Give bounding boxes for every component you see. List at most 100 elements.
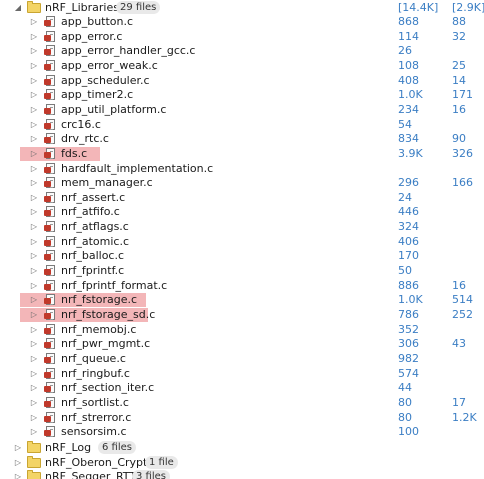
file-row[interactable]: ▷ nrf_fprintf_format.c 886 16: [0, 279, 484, 293]
expand-arrow-icon[interactable]: ▷: [30, 59, 38, 73]
file-size-1: 54: [398, 118, 412, 131]
file-row[interactable]: ▷ app_error_weak.c 108 25: [0, 59, 484, 73]
file-row[interactable]: ▷ sensorsim.c 100: [0, 425, 484, 439]
folder-name: nRF_Libraries: [45, 1, 119, 14]
expand-arrow-icon[interactable]: ▷: [30, 367, 38, 381]
expand-arrow-icon[interactable]: ▷: [30, 249, 38, 263]
expand-arrow-icon[interactable]: ▷: [30, 396, 38, 410]
file-row[interactable]: ▷ nrf_sortlist.c 80 17: [0, 396, 484, 410]
file-row[interactable]: ▷ app_error_handler_gcc.c 26: [0, 44, 484, 58]
file-row[interactable]: ▷ nrf_atomic.c 406: [0, 235, 484, 249]
file-row[interactable]: ▷ app_timer2.c 1.0K 171: [0, 88, 484, 102]
file-size-1: 296: [398, 176, 419, 189]
expand-arrow-icon[interactable]: ▷: [30, 88, 38, 102]
file-name: nrf_sortlist.c: [61, 396, 129, 409]
file-row[interactable]: ▷ app_scheduler.c 408 14: [0, 74, 484, 88]
expand-arrow-icon[interactable]: ▷: [30, 162, 38, 176]
file-name: fds.c: [61, 147, 88, 160]
file-name: nrf_atomic.c: [61, 235, 130, 248]
file-row[interactable]: ▷ app_util_platform.c 234 16: [0, 103, 484, 117]
file-row[interactable]: ▷ fds.c 3.9K 326: [0, 147, 484, 161]
file-row[interactable]: ▷ nrf_assert.c 24: [0, 191, 484, 205]
expand-arrow-icon[interactable]: ▷: [30, 30, 38, 44]
file-row[interactable]: ▷ nrf_strerror.c 80 1.2K: [0, 411, 484, 425]
file-name: mem_manager.c: [61, 176, 153, 189]
file-row[interactable]: ▷ nrf_fstorage_sd.c 786 252: [0, 308, 484, 322]
file-row[interactable]: ▷ mem_manager.c 296 166: [0, 176, 484, 190]
file-name: hardfault_implementation.c: [61, 162, 214, 175]
file-size-1: 306: [398, 337, 419, 350]
file-name: nrf_memobj.c: [61, 323, 137, 336]
expand-arrow-icon[interactable]: ▷: [14, 456, 22, 470]
file-row[interactable]: ▷ nrf_queue.c 982: [0, 352, 484, 366]
file-row[interactable]: ▷ crc16.c 54: [0, 118, 484, 132]
c-file-icon: [44, 280, 55, 291]
expand-arrow-icon[interactable]: ▷: [30, 191, 38, 205]
file-row[interactable]: ▷ nrf_atfifo.c 446: [0, 205, 484, 219]
c-file-icon: [44, 89, 55, 100]
project-tree: ◢ nRF_Libraries 29 files [14.4K] [2.9K] …: [0, 0, 484, 479]
file-name: app_timer2.c: [61, 88, 134, 101]
expand-arrow-icon[interactable]: ▷: [30, 74, 38, 88]
c-file-icon: [44, 192, 55, 203]
file-size-2: 14: [452, 74, 466, 87]
expand-arrow-icon[interactable]: ▷: [14, 470, 22, 479]
expand-arrow-icon[interactable]: ▷: [30, 15, 38, 29]
file-size-2: 43: [452, 337, 466, 350]
file-count-badge: 29 files: [116, 1, 161, 14]
c-file-icon: [44, 119, 55, 130]
expand-arrow-icon[interactable]: ▷: [30, 293, 38, 307]
expand-arrow-icon[interactable]: ▷: [30, 352, 38, 366]
expand-arrow-icon[interactable]: ▷: [30, 205, 38, 219]
file-size-2: 252: [452, 308, 473, 321]
file-row[interactable]: ▷ nrf_balloc.c 170: [0, 249, 484, 263]
file-size-1: 50: [398, 264, 412, 277]
expand-arrow-icon[interactable]: ▷: [30, 425, 38, 439]
file-size-2: 166: [452, 176, 473, 189]
expand-arrow-icon[interactable]: ▷: [30, 220, 38, 234]
file-row[interactable]: ▷ nrf_memobj.c 352: [0, 323, 484, 337]
file-row[interactable]: ▷ nrf_ringbuf.c 574: [0, 367, 484, 381]
file-row[interactable]: ▷ nrf_fprintf.c 50: [0, 264, 484, 278]
folder-name: nRF_Oberon_Crypto: [45, 456, 155, 469]
folder-icon: [27, 456, 41, 468]
file-name: crc16.c: [61, 118, 101, 131]
folder-row[interactable]: ▷ nRF_Oberon_Crypto 1 file: [0, 456, 484, 470]
file-name: nrf_balloc.c: [61, 249, 125, 262]
expand-arrow-icon[interactable]: ▷: [30, 323, 38, 337]
folder-row-nrf-libraries[interactable]: ◢ nRF_Libraries 29 files [14.4K] [2.9K]: [0, 1, 484, 15]
file-row[interactable]: ▷ hardfault_implementation.c: [0, 162, 484, 176]
folder-row[interactable]: ▷ nRF_Log 6 files: [0, 441, 484, 455]
file-row[interactable]: ▷ drv_rtc.c 834 90: [0, 132, 484, 146]
expand-arrow-icon[interactable]: ▷: [30, 235, 38, 249]
file-row[interactable]: ▷ nrf_section_iter.c 44: [0, 381, 484, 395]
expand-arrow-icon[interactable]: ▷: [30, 308, 38, 322]
file-row[interactable]: ▷ nrf_atflags.c 324: [0, 220, 484, 234]
file-row[interactable]: ▷ app_button.c 868 88: [0, 15, 484, 29]
c-file-icon: [44, 221, 55, 232]
expand-arrow-icon[interactable]: ▷: [30, 103, 38, 117]
file-name: nrf_fprintf_format.c: [61, 279, 168, 292]
expand-arrow-icon[interactable]: ▷: [30, 44, 38, 58]
collapse-arrow-icon[interactable]: ◢: [14, 1, 22, 15]
c-file-icon: [44, 382, 55, 393]
expand-arrow-icon[interactable]: ▷: [30, 132, 38, 146]
file-size-1: 886: [398, 279, 419, 292]
expand-arrow-icon[interactable]: ▷: [30, 381, 38, 395]
expand-arrow-icon[interactable]: ▷: [30, 147, 38, 161]
expand-arrow-icon[interactable]: ▷: [30, 264, 38, 278]
expand-arrow-icon[interactable]: ▷: [30, 279, 38, 293]
c-file-icon: [44, 148, 55, 159]
file-row[interactable]: ▷ app_error.c 114 32: [0, 30, 484, 44]
file-row[interactable]: ▷ nrf_pwr_mgmt.c 306 43: [0, 337, 484, 351]
folder-row[interactable]: ▷ nRF_Segger_RTT 3 files: [0, 470, 484, 479]
expand-arrow-icon[interactable]: ▷: [14, 441, 22, 455]
file-size-1: 170: [398, 249, 419, 262]
expand-arrow-icon[interactable]: ▷: [30, 337, 38, 351]
c-file-icon: [44, 250, 55, 261]
expand-arrow-icon[interactable]: ▷: [30, 411, 38, 425]
folder-icon: [27, 470, 41, 479]
expand-arrow-icon[interactable]: ▷: [30, 176, 38, 190]
file-row[interactable]: ▷ nrf_fstorage.c 1.0K 514: [0, 293, 484, 307]
expand-arrow-icon[interactable]: ▷: [30, 118, 38, 132]
